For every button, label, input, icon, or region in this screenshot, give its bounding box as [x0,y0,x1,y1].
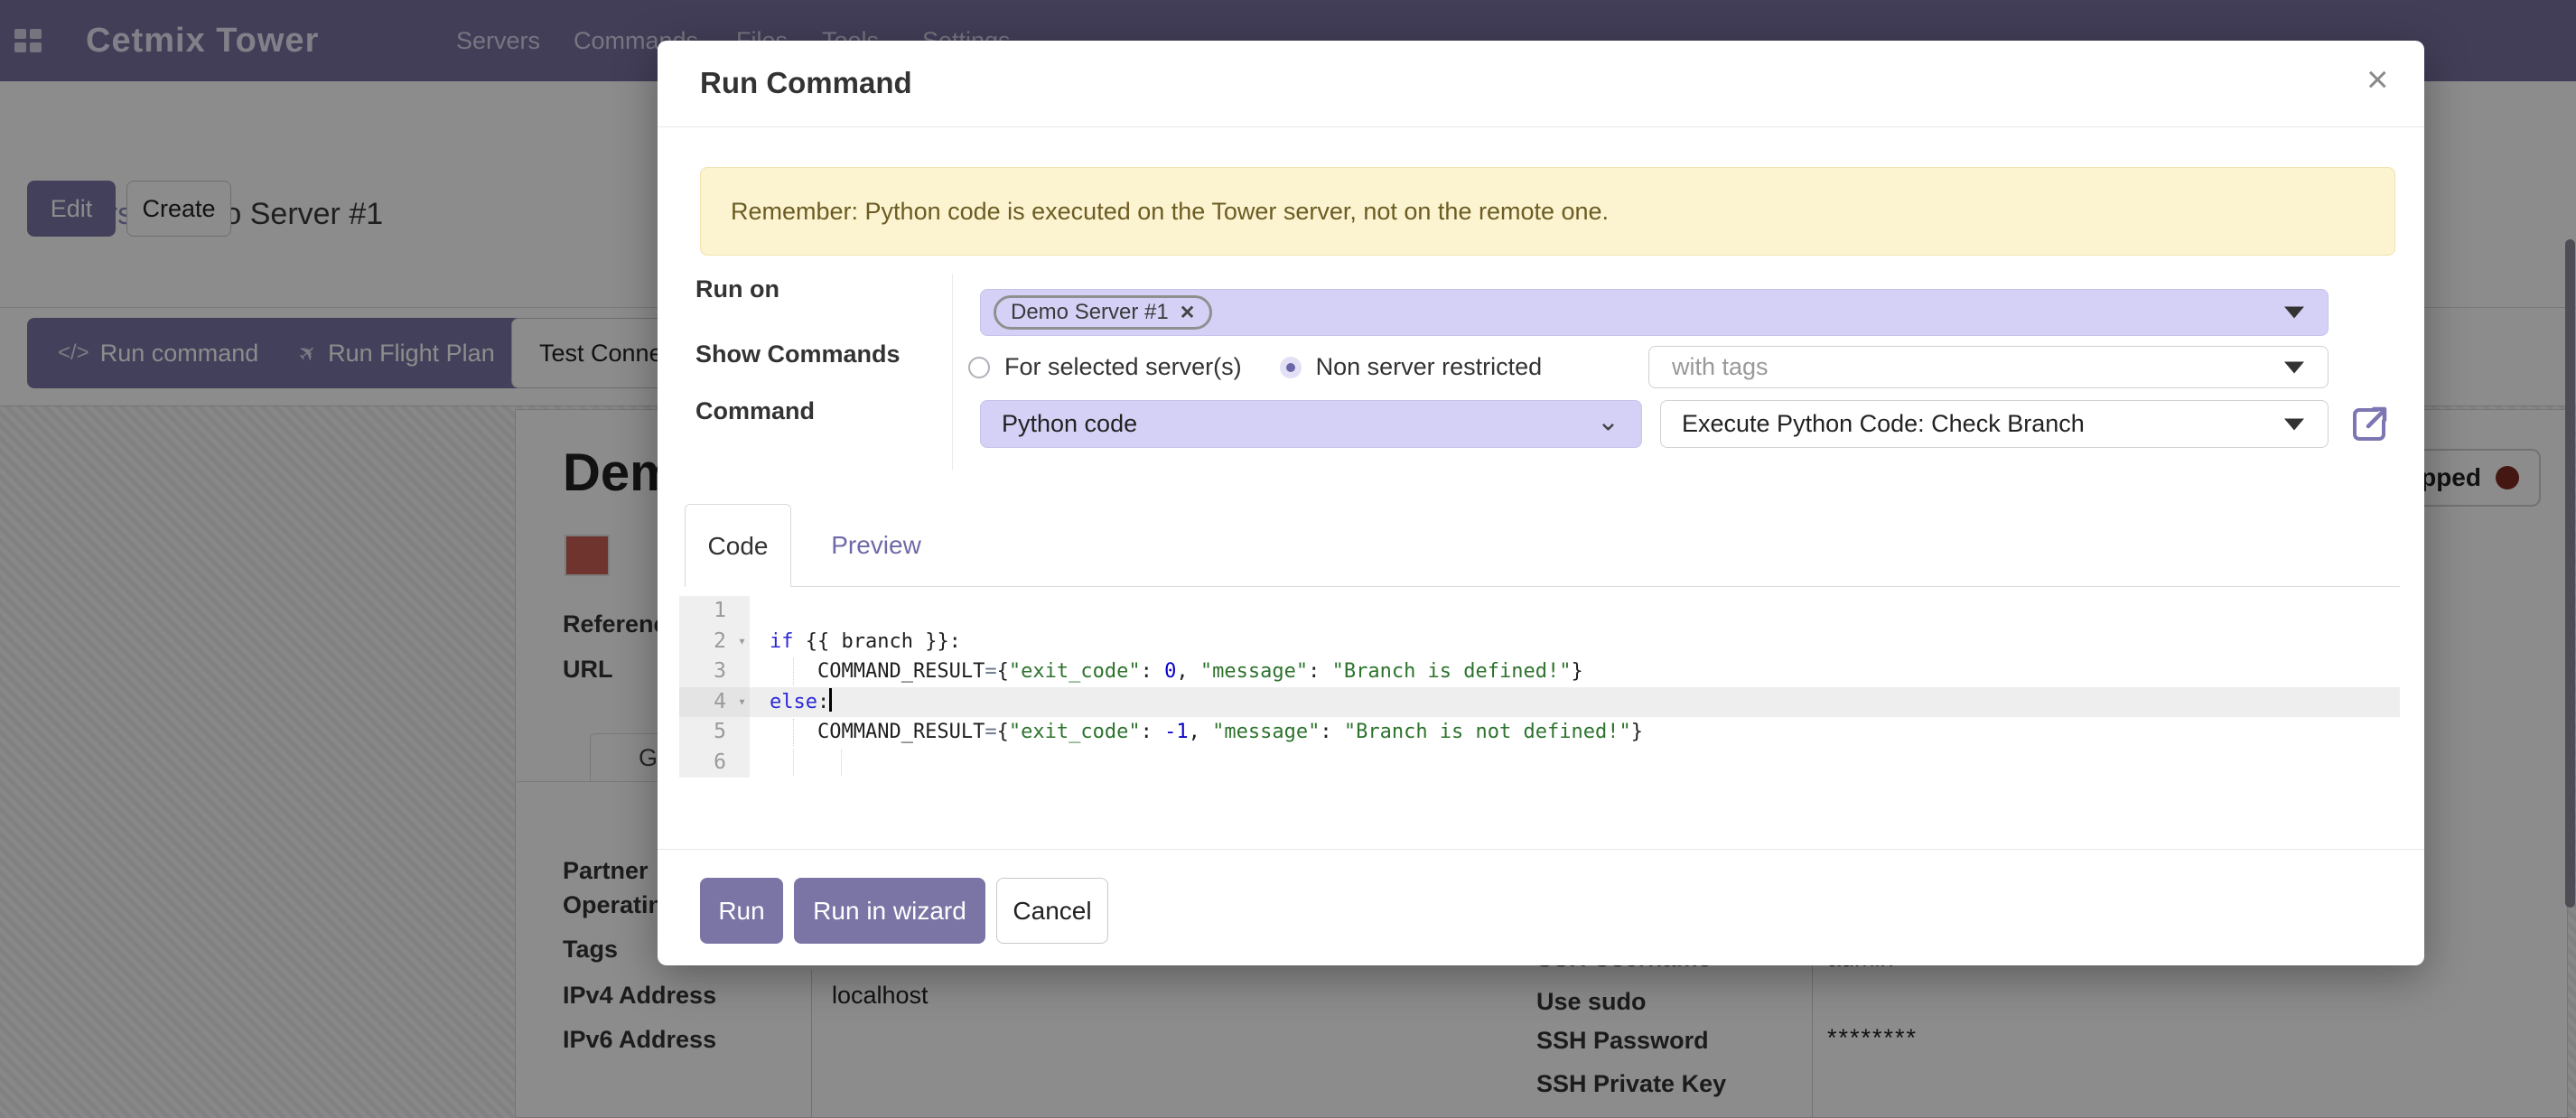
radio-for-selected-servers[interactable] [968,357,990,378]
run-in-wizard-button[interactable]: Run in wizard [794,878,985,944]
code-line-1[interactable]: 1 [679,596,2400,627]
code-line-4[interactable]: 4▾else: [679,687,2400,718]
code-line-2[interactable]: 2▾if {{ branch }}: [679,627,2400,657]
modal-header-border [658,126,2424,127]
line-number: 1 [679,596,750,627]
with-tags-select[interactable]: with tags [1648,346,2329,388]
code-text [750,596,2400,627]
command-type-value: Python code [1002,410,1137,438]
chevron-down-icon: ⌄ [1597,405,1619,437]
close-icon[interactable]: × [2366,61,2389,98]
run-command-modal: Run Command × Remember: Python code is e… [658,41,2424,965]
command-type-select[interactable]: Python code ⌄ [980,400,1642,448]
show-commands-label: Show Commands [695,340,901,368]
text-cursor [829,688,832,712]
cancel-button[interactable]: Cancel [996,878,1108,944]
tab-preview[interactable]: Preview [813,504,939,587]
radio-for-selected-servers-label[interactable]: For selected server(s) [1004,353,1242,381]
radio-non-server-restricted-label[interactable]: Non server restricted [1316,353,1543,381]
fold-caret-icon[interactable]: ▾ [738,627,746,657]
radio-non-server-restricted[interactable] [1280,357,1302,378]
code-editor[interactable]: 12▾if {{ branch }}:3 COMMAND_RESULT={"ex… [679,596,2400,778]
form-column-separator [952,274,953,470]
python-warning-alert: Remember: Python code is executed on the… [700,167,2395,256]
run-on-select[interactable]: Demo Server #1 ✕ [980,289,2329,336]
line-number: 4▾ [679,687,750,718]
run-button[interactable]: Run [700,878,783,944]
line-number: 6 [679,748,750,778]
indent-guide [793,719,794,746]
indent-guide [793,658,794,685]
fold-caret-icon[interactable]: ▾ [738,687,746,718]
command-label: Command [695,397,815,425]
line-number: 3 [679,657,750,687]
command-value: Execute Python Code: Check Branch [1682,410,2085,438]
chevron-down-icon [2284,418,2304,430]
external-link-icon[interactable] [2350,405,2390,444]
code-line-5[interactable]: 5 COMMAND_RESULT={"exit_code": -1, "mess… [679,717,2400,748]
with-tags-placeholder: with tags [1672,353,1769,381]
line-number: 5 [679,717,750,748]
server-tag: Demo Server #1 ✕ [994,295,1212,330]
code-line-6[interactable]: 6 [679,748,2400,778]
code-line-3[interactable]: 3 COMMAND_RESULT={"exit_code": 0, "messa… [679,657,2400,687]
modal-title: Run Command [700,66,912,100]
chevron-down-icon [2284,361,2304,373]
indent-guide [793,750,794,777]
code-text [750,748,2400,778]
command-select[interactable]: Execute Python Code: Check Branch [1660,400,2329,448]
tab-code[interactable]: Code [685,504,791,587]
run-on-label: Run on [695,275,779,303]
code-text: COMMAND_RESULT={"exit_code": 0, "message… [750,657,2400,687]
tabbar-border [685,586,2400,587]
tag-remove-icon[interactable]: ✕ [1180,302,1196,324]
chevron-down-icon [2284,307,2304,319]
code-text: if {{ branch }}: [750,627,2400,657]
code-text: COMMAND_RESULT={"exit_code": -1, "messag… [750,717,2400,748]
code-text: else: [750,687,2400,718]
modal-footer-border [658,849,2424,850]
app-root: Cetmix Tower Servers Commands Files Tool… [0,0,2576,1118]
indent-guide [841,750,842,777]
show-commands-radios: For selected server(s) Non server restri… [968,346,1580,388]
line-number: 2▾ [679,627,750,657]
